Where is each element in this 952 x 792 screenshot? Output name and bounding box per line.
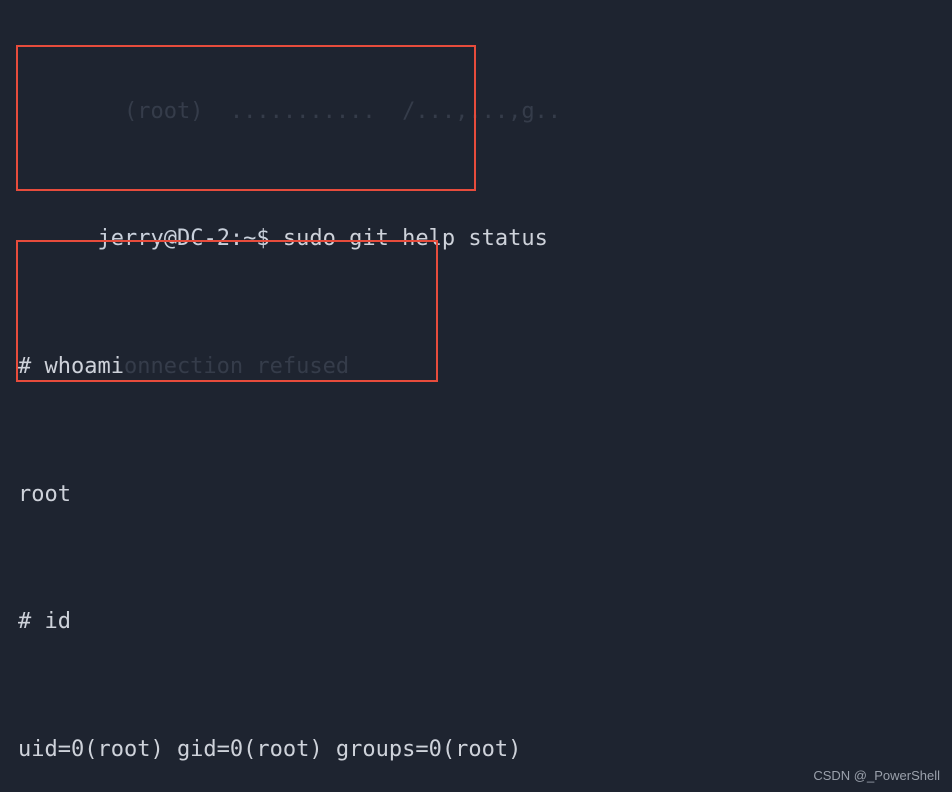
cmd-id: # id [18, 606, 71, 638]
command-line[interactable]: jerry@DC-2:~$ sudo git help status [18, 223, 934, 255]
cmd-whoami: # whoami [18, 351, 124, 383]
watermark-text: CSDN @_PowerShell [813, 767, 940, 786]
out-whoami: root [18, 479, 71, 511]
shell-command: sudo git help status [283, 226, 548, 251]
line-whoami-out: root [18, 479, 934, 511]
terminal-output: (root) ........... /...,...,g.. jerry@DC… [0, 0, 952, 792]
prior-line: (root) ........... /...,...,g.. [18, 96, 934, 128]
line-id-cmd: # id [18, 606, 934, 638]
shell-prompt: jerry@DC-2:~$ [97, 226, 269, 251]
prior-ghost: (root) ........... /...,...,g.. [18, 96, 561, 128]
out-id: uid=0(root) gid=0(root) groups=0(root) [18, 734, 521, 766]
line-whoami-cmd: ...onnection refused # whoami [18, 351, 934, 383]
line-id-out: uid=0(root) gid=0(root) groups=0(root) [18, 734, 934, 766]
